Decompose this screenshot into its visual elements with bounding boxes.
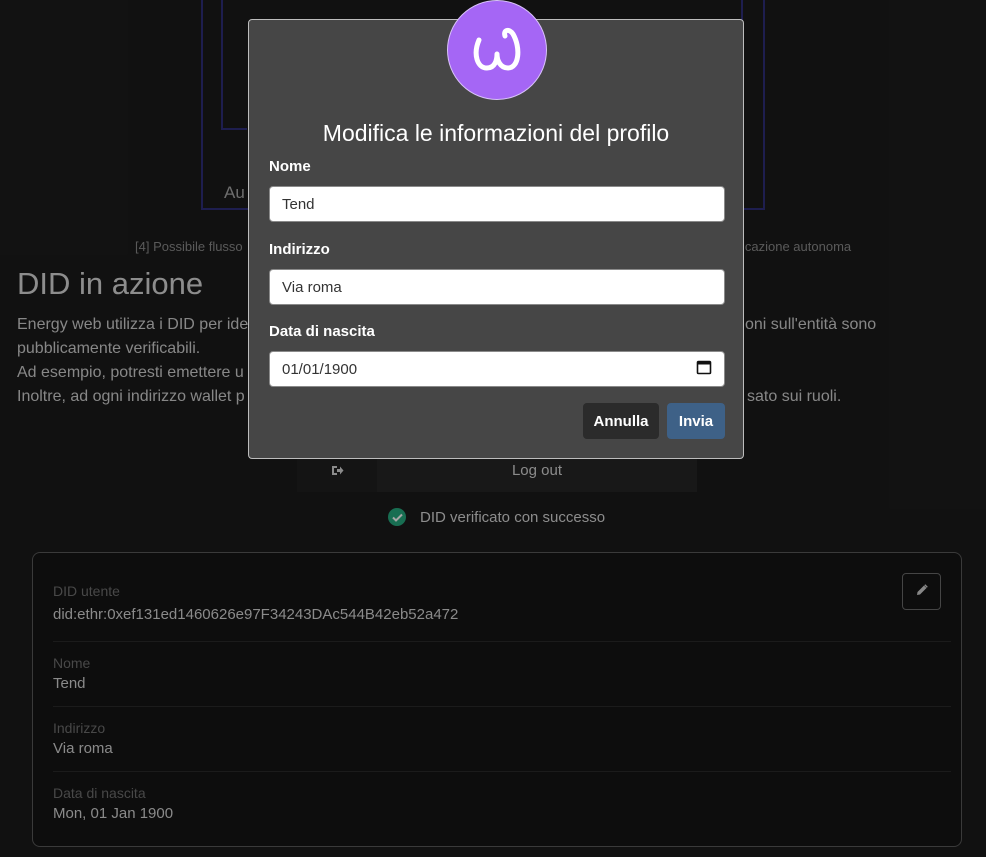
name-input[interactable]: Tend (269, 186, 725, 222)
page: Au [4] Possibile flusso icazione autonom… (0, 0, 986, 857)
name-input-value: Tend (282, 195, 315, 213)
name-input-label: Nome (269, 158, 311, 175)
energy-web-logo (447, 0, 547, 100)
birthdate-input-label: Data di nascita (269, 323, 375, 340)
submit-button[interactable]: Invia (667, 403, 725, 439)
address-input-label: Indirizzo (269, 241, 330, 258)
address-input[interactable]: Via roma (269, 269, 725, 305)
calendar-icon[interactable] (696, 359, 712, 379)
edit-profile-modal: Modifica le informazioni del profilo Nom… (248, 0, 744, 459)
address-input-value: Via roma (282, 278, 342, 296)
birthdate-input[interactable]: 01/01/1900 (269, 351, 725, 387)
birthdate-input-value: 01/01/1900 (282, 360, 358, 378)
modal-title: Modifica le informazioni del profilo (322, 120, 670, 146)
cancel-button[interactable]: Annulla (583, 403, 659, 439)
